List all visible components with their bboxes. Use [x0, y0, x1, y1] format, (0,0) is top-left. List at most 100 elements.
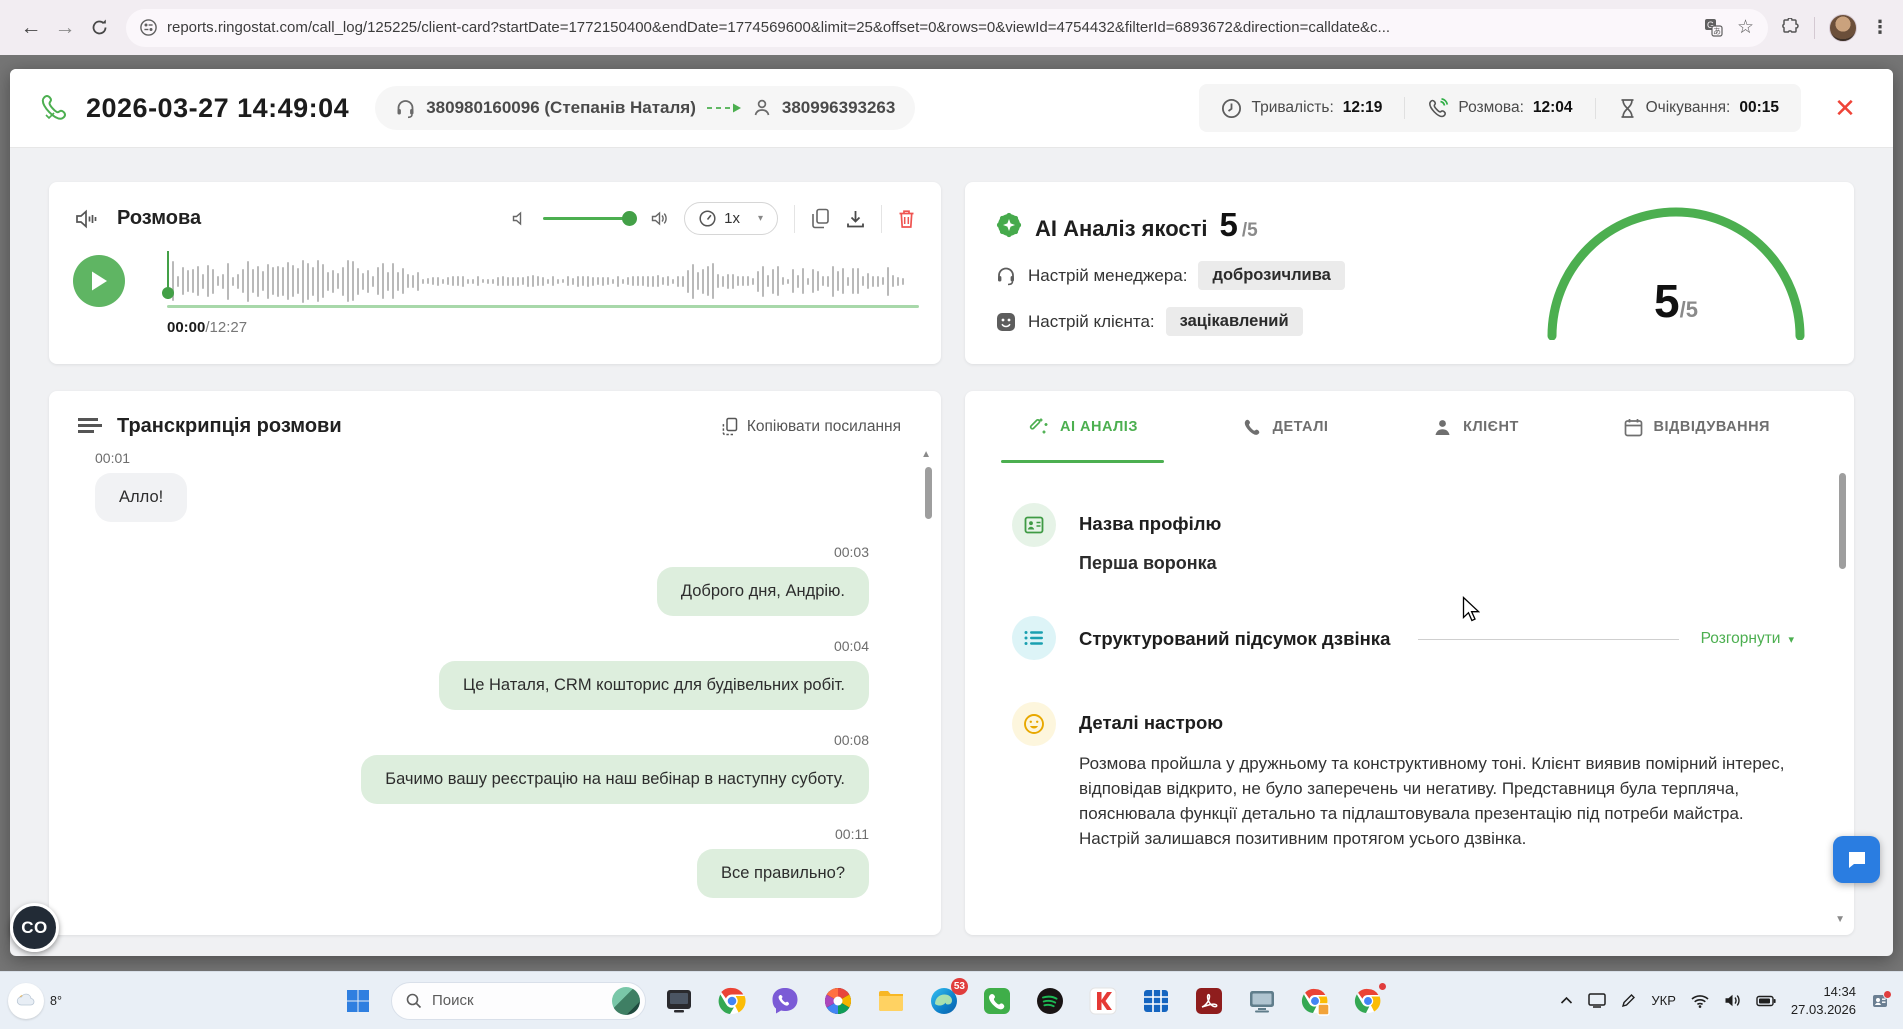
time-current: 00:00: [167, 319, 206, 336]
dark-app-icon[interactable]: [659, 981, 699, 1021]
tray-pen-icon[interactable]: [1621, 993, 1636, 1008]
tray-notification-icon[interactable]: [1871, 989, 1892, 1010]
scroll-up-arrow-icon[interactable]: ▲: [921, 449, 931, 460]
language-indicator[interactable]: УКР: [1651, 993, 1676, 1008]
mood-title: Деталі настрою: [1079, 712, 1224, 733]
chrome-profile-icon[interactable]: [1295, 981, 1335, 1021]
download-icon[interactable]: [846, 209, 865, 229]
message-bubble[interactable]: Все правильно?: [697, 849, 869, 898]
stat-duration-label: Тривалість:: [1251, 99, 1334, 116]
back-icon[interactable]: ←: [14, 11, 48, 45]
acrobat-icon[interactable]: [1189, 981, 1229, 1021]
red-app-icon[interactable]: [1083, 981, 1123, 1021]
play-button[interactable]: [73, 255, 125, 307]
edge-badge: 53: [950, 977, 968, 995]
edge-icon[interactable]: 53: [924, 977, 968, 1021]
ai-quality-title: AI Аналіз якості: [1035, 216, 1208, 241]
message-group: 00:01 Алло!: [95, 450, 869, 544]
url-text[interactable]: reports.ringostat.com/call_log/125225/cl…: [167, 19, 1690, 36]
seek-track[interactable]: [167, 305, 919, 308]
volume-high-icon[interactable]: [651, 211, 668, 226]
expand-button[interactable]: Розгорнути ▾: [1701, 630, 1794, 648]
player-divider: [794, 204, 795, 233]
client-smiley-icon: [995, 311, 1017, 333]
message-bubble[interactable]: Доброго дня, Андрію.: [656, 567, 869, 616]
playback-speed-select[interactable]: 1x ▾: [684, 202, 778, 235]
phone-talk-icon: [1427, 97, 1449, 119]
tray-time: 14:34: [1823, 983, 1856, 999]
playhead-marker[interactable]: [162, 251, 174, 299]
table-app-icon[interactable]: [1136, 981, 1176, 1021]
summary-section: Структурований підсумок дзвінка Розгорну…: [1012, 616, 1794, 660]
weather-widget[interactable]: 8°: [8, 982, 338, 1019]
callee-number: 380996393263: [781, 98, 896, 117]
reload-icon[interactable]: [82, 11, 116, 45]
ai-quality-score-max: /5: [1241, 220, 1258, 241]
address-bar[interactable]: reports.ringostat.com/call_log/125225/cl…: [126, 8, 1768, 47]
ai-seal-icon: [995, 211, 1023, 239]
trash-icon[interactable]: [898, 209, 915, 229]
analysis-card: AI АНАЛІЗ ДЕТАЛІ КЛІЄНТ ВІДВІДУВАННЯ Наз…: [965, 391, 1854, 935]
tray-clock[interactable]: 14:34 27.03.2026: [1791, 983, 1856, 1018]
transcript-title: Транскрипція розмови: [117, 415, 342, 437]
hourglass-icon: [1618, 98, 1637, 119]
tray-cast-icon[interactable]: [1588, 993, 1607, 1008]
tab-ai-analysis[interactable]: AI АНАЛІЗ: [1001, 391, 1164, 463]
copy-icon[interactable]: [811, 208, 830, 229]
tab-visits[interactable]: ВІДВІДУВАННЯ: [1610, 391, 1784, 463]
volume-knob[interactable]: [622, 211, 638, 226]
tray-chevron-up-icon[interactable]: [1560, 996, 1573, 1005]
expand-label: Розгорнути: [1700, 630, 1781, 647]
co-screen-widget[interactable]: CO: [10, 903, 59, 952]
analysis-content: Назва профілю Перша воронка Структурован…: [965, 463, 1854, 852]
message-bubble[interactable]: Це Наталя, CRM кошторис для будівельних …: [439, 661, 869, 710]
photos-pinwheel-icon[interactable]: [818, 981, 858, 1021]
ringostat-icon[interactable]: [977, 981, 1017, 1021]
message-time: 00:08: [833, 732, 869, 748]
scroll-down-arrow-icon[interactable]: ▼: [1835, 914, 1845, 925]
site-settings-icon[interactable]: [140, 19, 157, 36]
bookmark-star-icon[interactable]: ☆: [1737, 16, 1754, 39]
message-bubble[interactable]: Бачимо вашу реєстрацію на наш вебінар в …: [361, 755, 869, 804]
taskbar-search[interactable]: Поиск: [391, 981, 646, 1020]
stat-duration-value: 12:19: [1342, 99, 1383, 116]
copy-link-label: Копіювати посилання: [746, 417, 901, 435]
profile-value: Перша воронка: [1079, 553, 1217, 573]
volume-slider[interactable]: [543, 211, 638, 226]
tab-visits-label: ВІДВІДУВАННЯ: [1653, 419, 1770, 435]
menu-kebab-icon[interactable]: ⋮: [1871, 17, 1889, 38]
volume-icon[interactable]: [1724, 993, 1741, 1008]
time-total: /12:27: [205, 319, 248, 336]
client-card-modal: 2026-03-27 14:49:04 380980160096 (Степан…: [10, 69, 1893, 956]
spotify-icon[interactable]: [1030, 981, 1070, 1021]
notification-dot: [1378, 981, 1387, 991]
extensions-puzzle-icon[interactable]: [1780, 17, 1800, 38]
copy-link-button[interactable]: Копіювати посилання: [722, 417, 901, 436]
viber-icon[interactable]: [765, 981, 805, 1021]
forward-icon[interactable]: →: [48, 11, 82, 45]
chrome-active-icon[interactable]: [1348, 981, 1388, 1021]
waveform[interactable]: [162, 249, 919, 313]
chat-launcher-button[interactable]: [1833, 836, 1880, 883]
summary-divider: [1418, 638, 1679, 640]
transcript-scrollbar-thumb[interactable]: [925, 467, 932, 519]
stat-wait-label: Очікування:: [1645, 99, 1731, 116]
chrome-icon[interactable]: [712, 981, 752, 1021]
message-bubble[interactable]: Алло!: [95, 473, 188, 522]
playhead-dot[interactable]: [162, 287, 174, 299]
monitor-app-icon[interactable]: [1242, 981, 1282, 1021]
analysis-scrollbar-thumb[interactable]: [1839, 473, 1846, 569]
wifi-icon[interactable]: [1691, 994, 1709, 1008]
translate-icon[interactable]: Gあ: [1704, 18, 1723, 37]
tab-client[interactable]: КЛІЄНТ: [1419, 391, 1533, 463]
stat-wait: Очікування: 00:15: [1594, 97, 1801, 119]
battery-icon[interactable]: [1756, 995, 1776, 1007]
tab-details[interactable]: ДЕТАЛІ: [1229, 391, 1343, 463]
summary-list-icon: [1012, 616, 1056, 660]
close-icon[interactable]: ✕: [1827, 90, 1863, 126]
stat-talk: Розмова: 12:04: [1404, 97, 1594, 119]
file-explorer-icon[interactable]: [871, 981, 911, 1021]
volume-low-icon[interactable]: [512, 211, 527, 226]
start-button[interactable]: [338, 981, 378, 1021]
profile-avatar[interactable]: [1829, 13, 1857, 42]
